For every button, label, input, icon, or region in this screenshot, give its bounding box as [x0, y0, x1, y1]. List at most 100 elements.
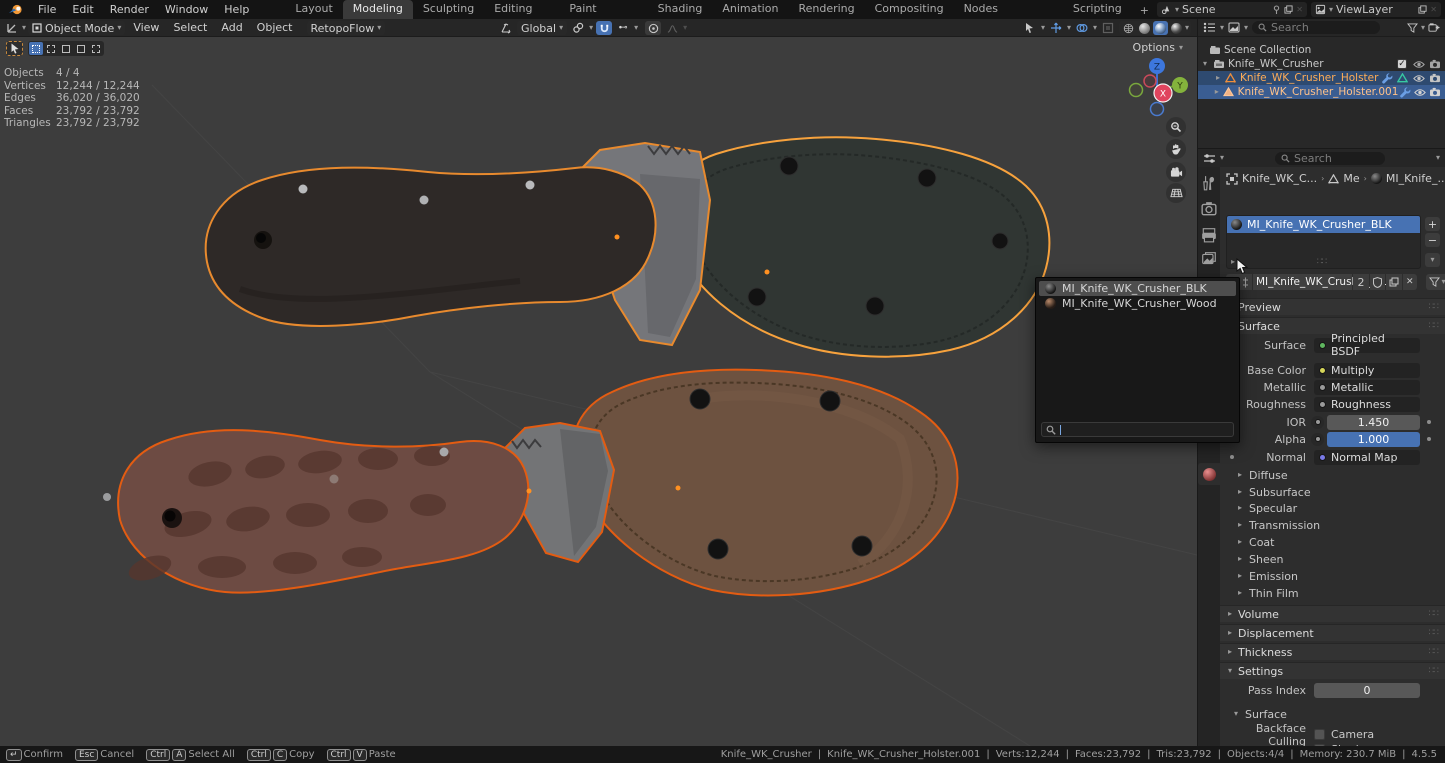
gizmos-toggle[interactable] — [1048, 21, 1064, 35]
select-mode-intersect[interactable] — [89, 42, 103, 55]
shading-wireframe-button[interactable] — [1121, 21, 1136, 35]
overlays-toggle[interactable] — [1074, 21, 1090, 35]
zoom-button[interactable] — [1166, 117, 1186, 137]
transform-orientation[interactable]: Global ▾ — [517, 21, 567, 35]
panel-thickness[interactable]: ▸Thickness ∷∷ — [1220, 643, 1445, 660]
menu-window[interactable]: Window — [157, 0, 216, 19]
surface-shader-selector[interactable]: Principled BSDF — [1314, 338, 1420, 353]
viewlayer-selector[interactable]: ▾ ViewLayer ✕ — [1311, 2, 1441, 17]
fake-user-button[interactable] — [1370, 274, 1385, 290]
new-collection-icon[interactable] — [1428, 22, 1440, 33]
hide-eye-icon[interactable] — [1412, 74, 1425, 83]
tab-modeling[interactable]: Modeling — [343, 0, 413, 19]
new-viewlayer-icon[interactable] — [1418, 5, 1427, 14]
hide-eye-icon[interactable] — [1412, 60, 1425, 69]
scene-selector[interactable]: ▾ Scene ✕ — [1157, 2, 1307, 17]
holster-expand-caret[interactable]: ▸ — [1212, 74, 1224, 82]
snap-target-button[interactable]: ⊷ — [615, 21, 631, 35]
new-material-button[interactable] — [1386, 274, 1402, 290]
popup-item-blk[interactable]: MI_Knife_WK_Crusher_BLK — [1039, 281, 1236, 296]
tab-shading[interactable]: Shading — [648, 0, 713, 19]
popup-search-field[interactable] — [1041, 422, 1234, 437]
roughness-input[interactable]: Roughness — [1314, 397, 1420, 412]
tab-tool-icon[interactable] — [1201, 175, 1217, 191]
panel-grip[interactable]: ∷∷ — [1429, 321, 1438, 331]
tab-texture-paint[interactable]: Texture Paint — [559, 0, 647, 19]
subsection-specular[interactable]: ▸Specular — [1238, 501, 1297, 515]
editor-type-caret[interactable]: ▾ — [22, 24, 26, 32]
pan-button[interactable] — [1166, 139, 1186, 159]
disable-render-icon[interactable] — [1428, 73, 1441, 83]
collection-expand-caret[interactable]: ▾ — [1198, 60, 1212, 68]
panel-volume[interactable]: ▸Volume ∷∷ — [1220, 605, 1445, 622]
popup-item-wood[interactable]: MI_Knife_WK_Crusher_Wood — [1039, 296, 1236, 311]
tab-layout[interactable]: Layout — [285, 0, 342, 19]
panel-preview[interactable]: ▸ Preview ∷∷ — [1220, 298, 1445, 315]
retopoflow-menu[interactable]: RetopoFlow ▾ — [307, 21, 386, 35]
viewport-options-button[interactable]: Options ▾ — [1133, 41, 1183, 54]
disable-render-icon[interactable] — [1428, 59, 1441, 69]
menu-help[interactable]: Help — [216, 0, 257, 19]
tab-geometry-nodes[interactable]: Geometry Nodes — [954, 0, 1063, 19]
subsection-diffuse[interactable]: ▸Diffuse — [1238, 468, 1288, 482]
xray-toggle[interactable] — [1100, 21, 1116, 35]
select-tool-button[interactable] — [6, 41, 23, 56]
select-mode-new[interactable] — [29, 42, 43, 55]
unlink-scene-icon[interactable]: ✕ — [1296, 6, 1303, 14]
snap-toggle[interactable] — [596, 21, 612, 35]
material-slot-selected[interactable]: MI_Knife_WK_Crusher_BLK — [1227, 216, 1420, 233]
metallic-input[interactable]: Metallic — [1314, 380, 1420, 395]
tab-uv-editing[interactable]: UV Editing — [484, 0, 559, 19]
remove-slot-button[interactable]: − — [1425, 233, 1440, 247]
camera-view-button[interactable] — [1166, 162, 1186, 182]
filter-caret[interactable]: ▾ — [1421, 24, 1425, 32]
editor-type-button[interactable] — [4, 21, 20, 35]
tab-compositing[interactable]: Compositing — [865, 0, 954, 19]
subsection-subsurface[interactable]: ▸Subsurface — [1238, 485, 1311, 499]
outliner-row-holster-001[interactable]: ▸ Knife_WK_Crusher_Holster.001 — [1198, 85, 1445, 99]
gizmos-caret[interactable]: ▾ — [1067, 24, 1071, 32]
alpha-socket[interactable] — [1311, 433, 1324, 446]
gizmo-axis-neg-z[interactable] — [1151, 103, 1164, 116]
select-mode-subtract[interactable] — [59, 42, 73, 55]
ior-slider[interactable]: 1.450 — [1327, 415, 1420, 430]
shading-rendered-button[interactable] — [1169, 21, 1184, 35]
subsection-thin-film[interactable]: ▸Thin Film — [1238, 586, 1299, 600]
subsection-settings-surface[interactable]: ▾Surface — [1234, 707, 1287, 721]
tab-sculpting[interactable]: Sculpting — [413, 0, 484, 19]
slot-expand-icon[interactable]: ▸ — [1231, 257, 1235, 267]
collection-checkbox[interactable]: ✓ — [1397, 59, 1407, 69]
camera-checkbox[interactable] — [1314, 729, 1325, 740]
add-workspace-button[interactable]: + — [1132, 2, 1157, 19]
subsection-emission[interactable]: ▸Emission — [1238, 569, 1298, 583]
overlays-caret[interactable]: ▾ — [1093, 24, 1097, 32]
proportional-falloff-button[interactable] — [664, 21, 680, 35]
panel-settings[interactable]: ▾Settings ∷∷ — [1220, 662, 1445, 679]
outliner-row-scene-collection[interactable]: Scene Collection — [1198, 43, 1445, 57]
pivot-point-button[interactable] — [570, 21, 586, 35]
menu-edit[interactable]: Edit — [64, 0, 101, 19]
panel-grip[interactable]: ∷∷ — [1429, 609, 1438, 619]
snap-caret[interactable]: ▾ — [634, 24, 638, 32]
outliner-search[interactable]: Search — [1252, 21, 1380, 34]
breadcrumb-data[interactable]: Me — [1343, 172, 1359, 185]
unlink-material-button[interactable]: ✕ — [1403, 274, 1417, 290]
viewport-3d[interactable]: ▾ Object Mode ▾ View Select Add Object R… — [0, 19, 1197, 746]
base-color-input[interactable]: Multiply — [1314, 363, 1420, 378]
menu-file[interactable]: File — [30, 0, 64, 19]
blender-app-menu-icon[interactable] — [8, 3, 24, 16]
disable-render-icon[interactable] — [1429, 87, 1441, 97]
users-count-button[interactable]: 2 — [1353, 274, 1369, 290]
pivot-caret[interactable]: ▾ — [589, 24, 593, 32]
pass-index-field[interactable]: 0 — [1314, 683, 1420, 698]
properties-editor-caret[interactable]: ▾ — [1220, 154, 1224, 162]
panel-grip[interactable]: ∷∷ — [1429, 628, 1438, 638]
select-mode-invert[interactable] — [74, 42, 88, 55]
normal-input[interactable]: Normal Map — [1314, 450, 1420, 465]
remove-viewlayer-icon[interactable]: ✕ — [1430, 6, 1437, 14]
checkbox-camera[interactable]: Camera — [1314, 727, 1374, 741]
slot-specials-button[interactable]: ▾ — [1425, 253, 1440, 267]
visibility-caret[interactable]: ▾ — [1041, 24, 1045, 32]
outliner-row-collection[interactable]: ▾ Knife_WK_Crusher ✓ — [1198, 57, 1445, 71]
properties-editor-icon[interactable] — [1203, 153, 1216, 164]
